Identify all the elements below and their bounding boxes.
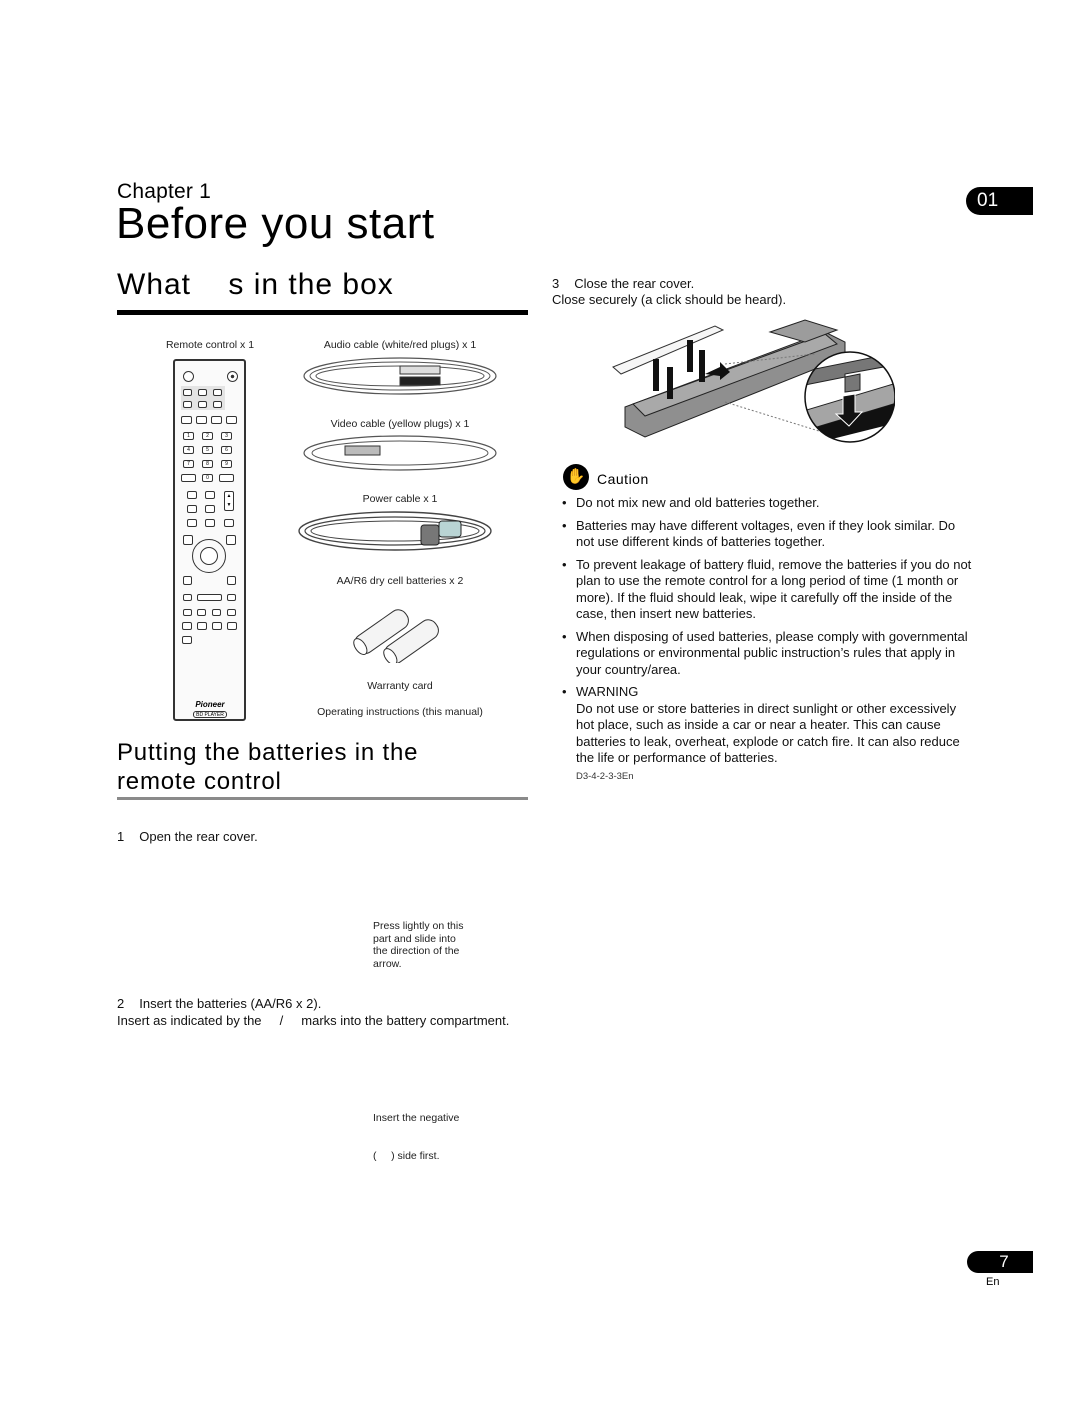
item-caption-video-cable: Video cable (yellow plugs) x 1 (330, 418, 470, 430)
key-7: 7 (183, 460, 194, 468)
document-code: D3-4-2-3-3En (576, 770, 634, 782)
step-3: 3 Close the rear cover. (552, 276, 694, 291)
step-1: 1 Open the rear cover. (117, 829, 258, 844)
section-divider-gray (117, 797, 528, 800)
key-3: 3 (221, 432, 232, 440)
step-text: Close the rear cover. (574, 276, 695, 291)
play-button-icon (197, 594, 222, 601)
remote-control-illustration: 1 2 3 4 5 6 7 8 9 0 ▲ ▼ Pioneer BD PLAYER (173, 359, 246, 721)
item-caption-audio-cable: Audio cable (white/red plugs) x 1 (323, 339, 477, 351)
step-2-detail: Insert as indicated by the / marks into … (117, 1013, 510, 1028)
rewind-button-icon (183, 594, 192, 601)
warning-text: Do not use or store batteries in direct … (576, 700, 960, 766)
section-heading-putting-batteries: Putting the batteries in the remote cont… (117, 739, 419, 795)
key-5: 5 (202, 446, 213, 454)
item-caption-warranty-card: Warranty card (367, 680, 433, 692)
warning-item: • WARNING Do not use or store batteries in… (562, 684, 960, 782)
item-caption-power-cable: Power cable x 1 (362, 493, 438, 505)
step-2-note: Insert the negative ( ) side first. (373, 1112, 460, 1162)
open-close-button-icon (227, 371, 238, 382)
step-text: Insert the batteries (AA/R6 x 2). (139, 996, 322, 1011)
key-6: 6 (221, 446, 232, 454)
fast-forward-button-icon (227, 594, 236, 601)
power-button-icon (183, 371, 194, 382)
caution-label: Caution (597, 471, 649, 487)
home-button-icon (183, 576, 192, 585)
language-label: En (986, 1276, 1000, 1288)
return-button-icon (227, 576, 236, 585)
section-heading-whats-in-the-box: What s in the box (117, 268, 394, 301)
enter-button-icon (200, 547, 218, 565)
warning-title: WARNING (576, 684, 639, 699)
section-divider (117, 310, 528, 315)
chapter-tab: 01 (966, 187, 1033, 215)
caution-list: • Do not mix new and old batteries togeth… (562, 495, 972, 791)
video-cable-illustration (303, 435, 497, 471)
pioneer-logo: Pioneer (195, 700, 225, 709)
key-1: 1 (183, 432, 194, 440)
step-number: 2 (117, 996, 125, 1011)
page-number-tab: 7 (967, 1251, 1033, 1273)
item-caption-batteries: AA/R6 dry cell batteries x 2 (336, 575, 464, 587)
step-2: 2 Insert the batteries (AA/R6 x 2). (117, 996, 321, 1011)
page-title: Before you start (116, 199, 435, 248)
key-0: 0 (202, 474, 213, 482)
page-up-down-icon: ▲ ▼ (224, 491, 234, 511)
key-4: 4 (183, 446, 194, 454)
caution-item: • To prevent leakage of battery fluid, re… (562, 556, 972, 622)
item-caption-manual: Operating instructions (this manual) (317, 706, 483, 718)
step-number: 1 (117, 829, 125, 844)
bd-player-badge: BD PLAYER (193, 711, 227, 718)
power-cable-illustration (298, 511, 492, 551)
caution-hand-icon: ✋ (563, 464, 589, 490)
batteries-illustration (353, 609, 439, 663)
audio-cable-illustration (303, 357, 497, 395)
key-8: 8 (202, 460, 213, 468)
step-1-note: Press lightly on this part and slide int… (373, 920, 464, 970)
key-2: 2 (202, 432, 213, 440)
step-text: Open the rear cover. (139, 829, 258, 844)
key-9: 9 (221, 460, 232, 468)
caution-item: • Do not mix new and old batteries togeth… (562, 495, 820, 510)
rear-cover-illustration (612, 319, 895, 443)
caution-item: • Batteries may have different voltages, … (562, 517, 956, 550)
caution-item: • When disposing of used batteries, pleas… (562, 628, 968, 677)
item-caption-remote: Remote control x 1 (165, 339, 255, 351)
step-number: 3 (552, 276, 560, 291)
step-3-detail: Close securely (a click should be heard)… (552, 292, 787, 307)
